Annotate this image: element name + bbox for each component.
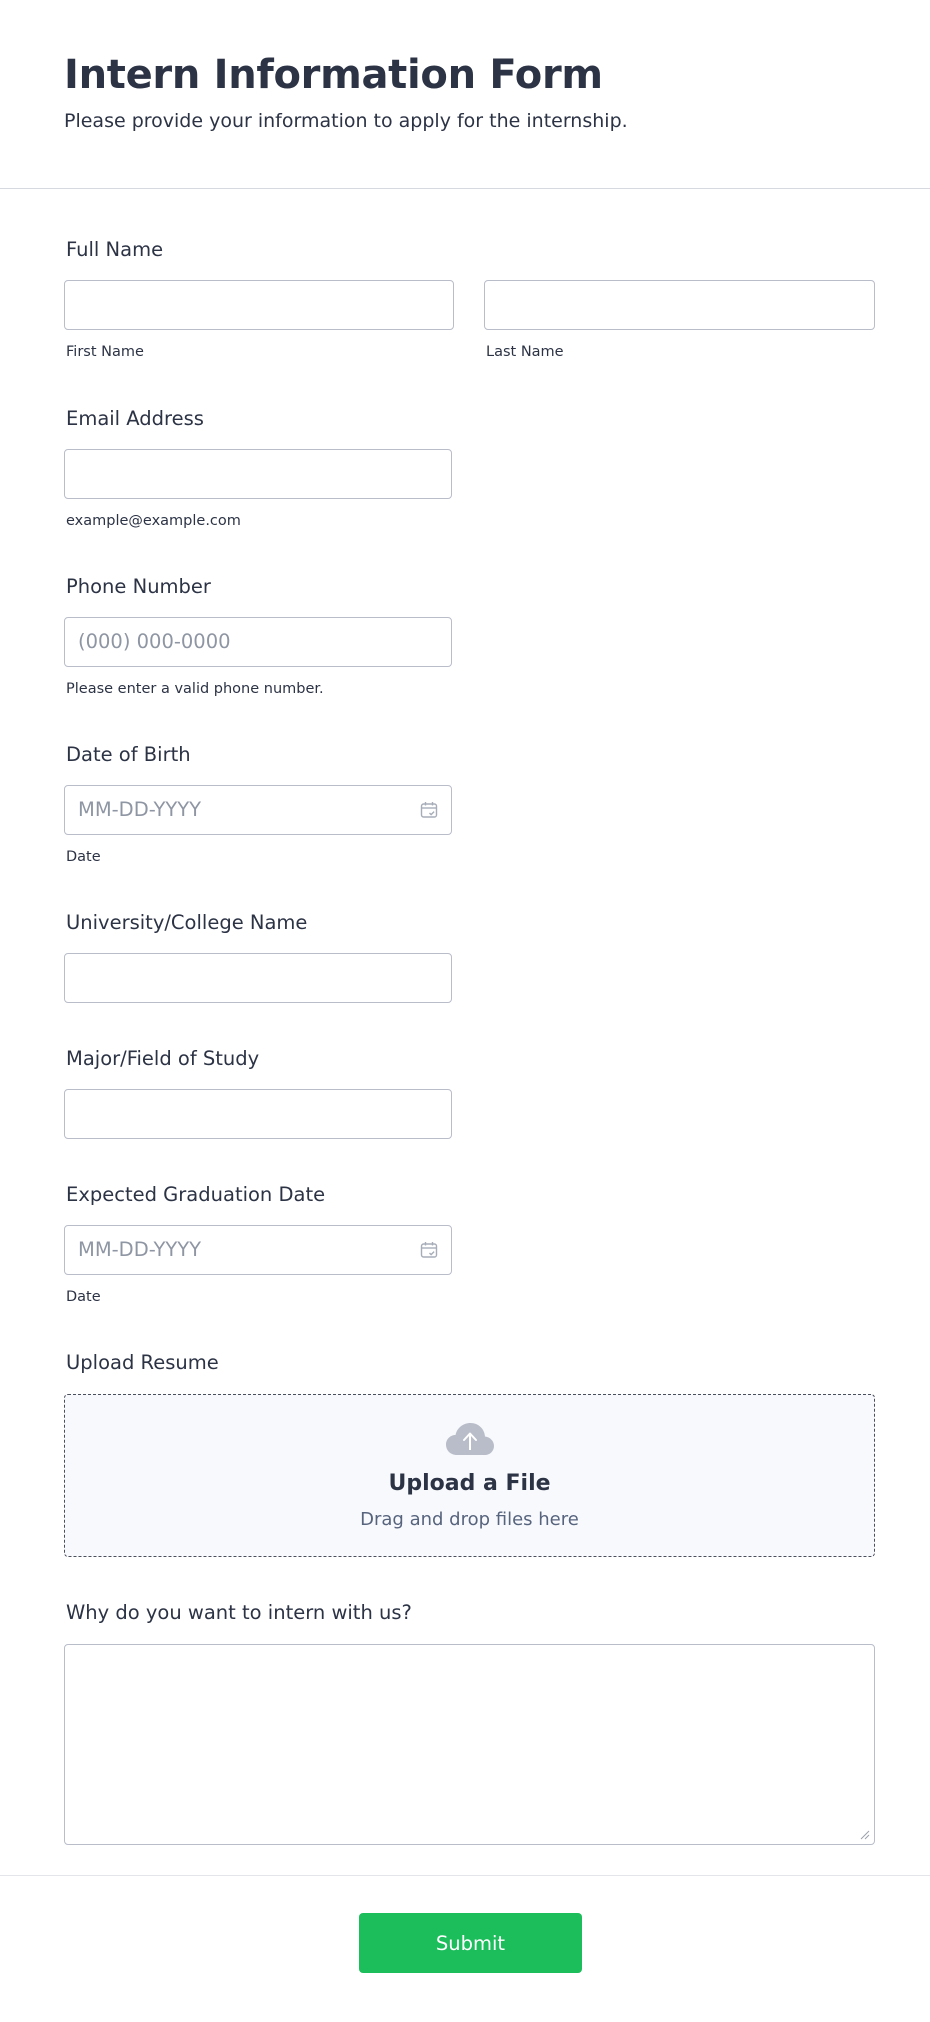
university-input[interactable] (64, 953, 452, 1003)
upload-hint: Drag and drop files here (360, 1509, 579, 1530)
page-title: Intern Information Form (64, 52, 603, 98)
graduation-label: Expected Graduation Date (66, 1183, 326, 1206)
why-textarea[interactable] (64, 1644, 875, 1845)
phone-placeholder: (000) 000-0000 (78, 630, 231, 653)
last-name-input[interactable] (484, 280, 875, 330)
graduation-placeholder: MM-DD-YYYY (78, 1238, 202, 1261)
email-label: Email Address (66, 407, 204, 430)
submit-button[interactable]: Submit (359, 1913, 582, 1973)
email-field[interactable] (64, 449, 452, 499)
resume-dropzone[interactable]: Upload a File Drag and drop files here (64, 1394, 875, 1557)
dob-input[interactable]: MM-DD-YYYY (64, 785, 452, 835)
upload-title: Upload a File (388, 1471, 551, 1496)
form-header: Intern Information Form Please provide y… (0, 0, 930, 189)
why-label: Why do you want to intern with us? (66, 1601, 412, 1624)
first-name-input[interactable] (64, 280, 454, 330)
form-footer: Submit (0, 1875, 930, 2022)
cloud-upload-icon (446, 1423, 494, 1455)
email-sublabel: example@example.com (66, 513, 241, 529)
phone-label: Phone Number (66, 575, 211, 598)
resume-label: Upload Resume (66, 1351, 219, 1374)
graduation-input[interactable]: MM-DD-YYYY (64, 1225, 452, 1275)
major-input[interactable] (64, 1089, 452, 1139)
last-name-sublabel: Last Name (486, 344, 564, 360)
phone-sublabel: Please enter a valid phone number. (66, 681, 324, 697)
full-name-label: Full Name (66, 238, 164, 261)
dob-sublabel: Date (66, 849, 101, 865)
calendar-icon[interactable] (420, 1241, 438, 1259)
university-label: University/College Name (66, 911, 308, 934)
dob-label: Date of Birth (66, 743, 191, 766)
page-subtitle: Please provide your information to apply… (64, 110, 628, 132)
dob-placeholder: MM-DD-YYYY (78, 798, 202, 821)
major-label: Major/Field of Study (66, 1047, 260, 1070)
calendar-icon[interactable] (420, 801, 438, 819)
graduation-sublabel: Date (66, 1289, 101, 1305)
phone-input[interactable]: (000) 000-0000 (64, 617, 452, 667)
resize-handle-icon[interactable] (860, 1830, 870, 1840)
first-name-sublabel: First Name (66, 344, 144, 360)
